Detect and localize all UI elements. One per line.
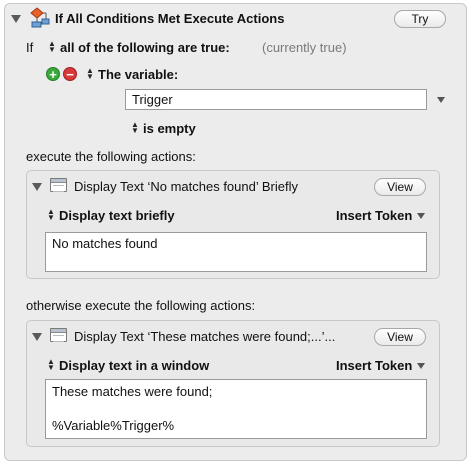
text-line: No matches found bbox=[52, 236, 158, 251]
else-text-area[interactable]: These matches were found; %Variable%Trig… bbox=[45, 379, 427, 439]
else-action-title: Display Text ‘These matches were found;.… bbox=[74, 329, 336, 344]
condition-type-updown-icon[interactable]: ▲ ▼ bbox=[86, 67, 94, 81]
else-insert-token-menu[interactable]: Insert Token bbox=[336, 358, 412, 373]
else-mode-updown-icon[interactable]: ▲ ▼ bbox=[47, 358, 55, 372]
then-insert-token-chevron-icon[interactable] bbox=[417, 213, 425, 219]
else-section-label: otherwise execute the following actions: bbox=[26, 298, 256, 313]
then-collapse-triangle-icon[interactable] bbox=[32, 183, 42, 191]
action-title: If All Conditions Met Execute Actions bbox=[55, 11, 285, 26]
text-line: These matches were found; bbox=[52, 384, 213, 399]
selector-updown-icon[interactable]: ▲ ▼ bbox=[48, 40, 56, 54]
remove-condition-icon[interactable]: − bbox=[63, 67, 77, 81]
condition-type-label[interactable]: The variable: bbox=[98, 67, 178, 82]
text-line bbox=[52, 400, 420, 417]
condition-status: (currently true) bbox=[262, 40, 347, 55]
text-line: %Variable%Trigger% bbox=[52, 418, 175, 433]
variable-menu-icon[interactable] bbox=[437, 97, 445, 103]
operator-updown-icon[interactable]: ▲ ▼ bbox=[131, 121, 139, 135]
then-text-area[interactable]: No matches found bbox=[45, 232, 427, 272]
variable-name-field[interactable]: Trigger bbox=[125, 89, 427, 110]
if-then-flowchart-icon bbox=[29, 7, 51, 29]
then-view-button[interactable]: View bbox=[374, 178, 426, 196]
add-condition-icon[interactable]: + bbox=[46, 67, 60, 81]
collapse-triangle-icon[interactable] bbox=[11, 15, 21, 23]
then-section-label: execute the following actions: bbox=[26, 149, 196, 164]
else-insert-token-chevron-icon[interactable] bbox=[417, 363, 425, 369]
then-action-title: Display Text ‘No matches found’ Briefly bbox=[74, 179, 298, 194]
display-text-window-icon bbox=[50, 178, 67, 192]
then-display-mode-selector[interactable]: Display text briefly bbox=[59, 208, 175, 223]
condition-selector[interactable]: all of the following are true: bbox=[60, 40, 230, 55]
else-collapse-triangle-icon[interactable] bbox=[32, 333, 42, 341]
else-display-mode-selector[interactable]: Display text in a window bbox=[59, 358, 209, 373]
try-button[interactable]: Try bbox=[394, 10, 446, 28]
operator-selector[interactable]: is empty bbox=[143, 121, 196, 136]
if-label: If bbox=[26, 40, 34, 55]
then-insert-token-menu[interactable]: Insert Token bbox=[336, 208, 412, 223]
display-text-window-icon bbox=[50, 328, 67, 342]
then-mode-updown-icon[interactable]: ▲ ▼ bbox=[47, 208, 55, 222]
else-view-button[interactable]: View bbox=[374, 328, 426, 346]
